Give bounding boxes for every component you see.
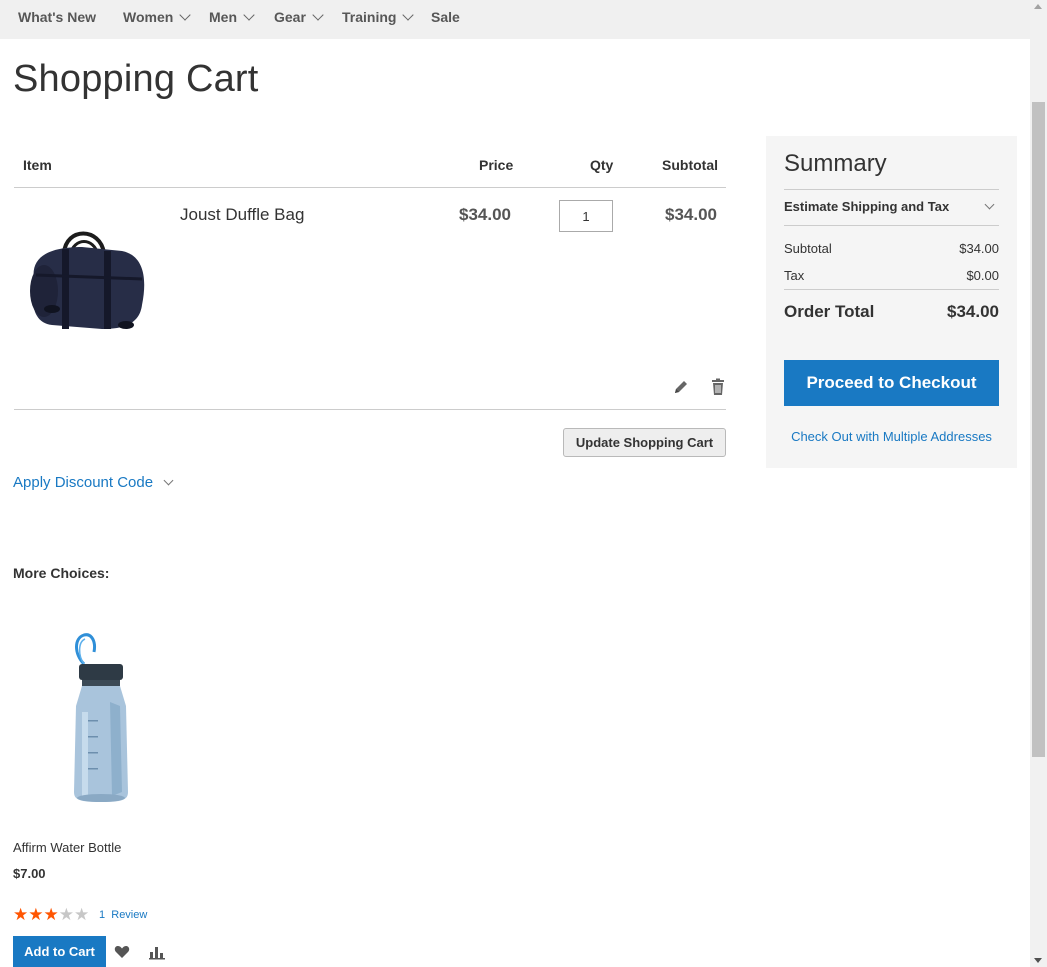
summary-divider	[784, 289, 999, 290]
star-empty-icon: ★	[74, 905, 90, 924]
chevron-down-icon	[163, 475, 174, 486]
tax-label: Tax	[784, 268, 805, 283]
cart-item-name[interactable]: Joust Duffle Bag	[180, 205, 304, 225]
nav-item-women[interactable]: Women	[123, 9, 191, 25]
subtotal-label: Subtotal	[784, 241, 832, 256]
nav-item-label: Training	[342, 9, 397, 25]
star-filled-icon: ★	[13, 905, 29, 924]
add-to-cart-button[interactable]: Add to Cart	[13, 936, 106, 967]
chevron-down-icon	[312, 9, 324, 21]
review-link[interactable]: 1 Review	[99, 909, 147, 921]
estimate-shipping-toggle[interactable]: Estimate Shipping and Tax	[784, 199, 999, 214]
nav-item-whats-new[interactable]: What's New	[18, 9, 96, 25]
subtotal-row: Subtotal $34.00	[784, 241, 999, 256]
order-total-value: $34.00	[947, 302, 999, 321]
chevron-down-icon	[402, 9, 415, 21]
wishlist-heart-icon[interactable]	[114, 944, 130, 960]
related-product-name[interactable]: Affirm Water Bottle	[13, 840, 121, 855]
star-filled-icon: ★	[43, 905, 59, 924]
page-title: Shopping Cart	[13, 58, 259, 100]
summary-divider	[784, 225, 999, 226]
scroll-up-arrow-icon[interactable]	[1034, 4, 1042, 9]
cart-item-price: $34.00	[459, 205, 511, 224]
review-count: 1	[99, 909, 106, 921]
star-filled-icon: ★	[28, 905, 44, 924]
nav-item-training[interactable]: Training	[342, 9, 415, 25]
nav-item-label: Sale	[431, 9, 460, 25]
order-summary: Summary Estimate Shipping and Tax Subtot…	[766, 136, 1017, 468]
page-scrollbar[interactable]	[1030, 0, 1047, 967]
chevron-down-icon	[984, 199, 995, 210]
nav-item-gear[interactable]: Gear	[274, 9, 324, 25]
qty-input[interactable]	[559, 200, 613, 232]
multiple-addresses-link[interactable]: Check Out with Multiple Addresses	[766, 429, 1017, 444]
table-header-divider	[14, 187, 726, 188]
nav-item-sale[interactable]: Sale	[431, 9, 460, 25]
scrollbar-thumb[interactable]	[1032, 102, 1045, 757]
column-header-item: Item	[23, 157, 52, 173]
review-label: Review	[111, 909, 148, 921]
duffle-bag-image[interactable]	[22, 225, 147, 335]
chevron-down-icon	[179, 9, 191, 21]
trash-icon[interactable]	[709, 378, 727, 396]
order-total-label: Order Total	[784, 302, 875, 321]
chevron-down-icon	[243, 9, 255, 21]
scroll-down-arrow-icon[interactable]	[1034, 958, 1042, 963]
summary-divider	[784, 189, 999, 190]
estimate-label: Estimate Shipping and Tax	[784, 199, 950, 214]
apply-discount-toggle[interactable]: Apply Discount Code	[13, 474, 174, 491]
column-header-subtotal: Subtotal	[662, 157, 718, 173]
tax-row: Tax $0.00	[784, 268, 999, 283]
summary-title: Summary	[784, 150, 887, 177]
order-total-row: Order Total $34.00	[784, 302, 999, 322]
more-choices-heading: More Choices:	[13, 565, 110, 581]
nav-item-men[interactable]: Men	[209, 9, 255, 25]
nav-item-label: Men	[209, 9, 237, 25]
tax-value: $0.00	[966, 268, 999, 283]
proceed-to-checkout-button[interactable]: Proceed to Checkout	[784, 360, 999, 406]
rating-stars: ★ ★ ★ ★ ★	[13, 906, 89, 923]
star-empty-icon: ★	[58, 905, 74, 924]
related-product-price: $7.00	[13, 866, 46, 881]
cart-item-subtotal: $34.00	[665, 205, 717, 224]
water-bottle-image[interactable]	[60, 632, 140, 804]
discount-label: Apply Discount Code	[13, 474, 154, 491]
column-header-qty: Qty	[590, 157, 614, 173]
column-header-price: Price	[479, 157, 514, 173]
edit-pencil-icon[interactable]	[672, 378, 690, 396]
cart-row-divider	[14, 409, 726, 410]
nav-item-label: Gear	[274, 9, 306, 25]
nav-item-label: Women	[123, 9, 174, 25]
compare-chart-icon[interactable]	[149, 944, 165, 960]
subtotal-value: $34.00	[959, 241, 999, 256]
update-cart-button[interactable]: Update Shopping Cart	[563, 428, 726, 457]
top-navigation: What's New Women Men Gear Training Sale	[0, 0, 1030, 39]
nav-item-label: What's New	[18, 9, 97, 25]
